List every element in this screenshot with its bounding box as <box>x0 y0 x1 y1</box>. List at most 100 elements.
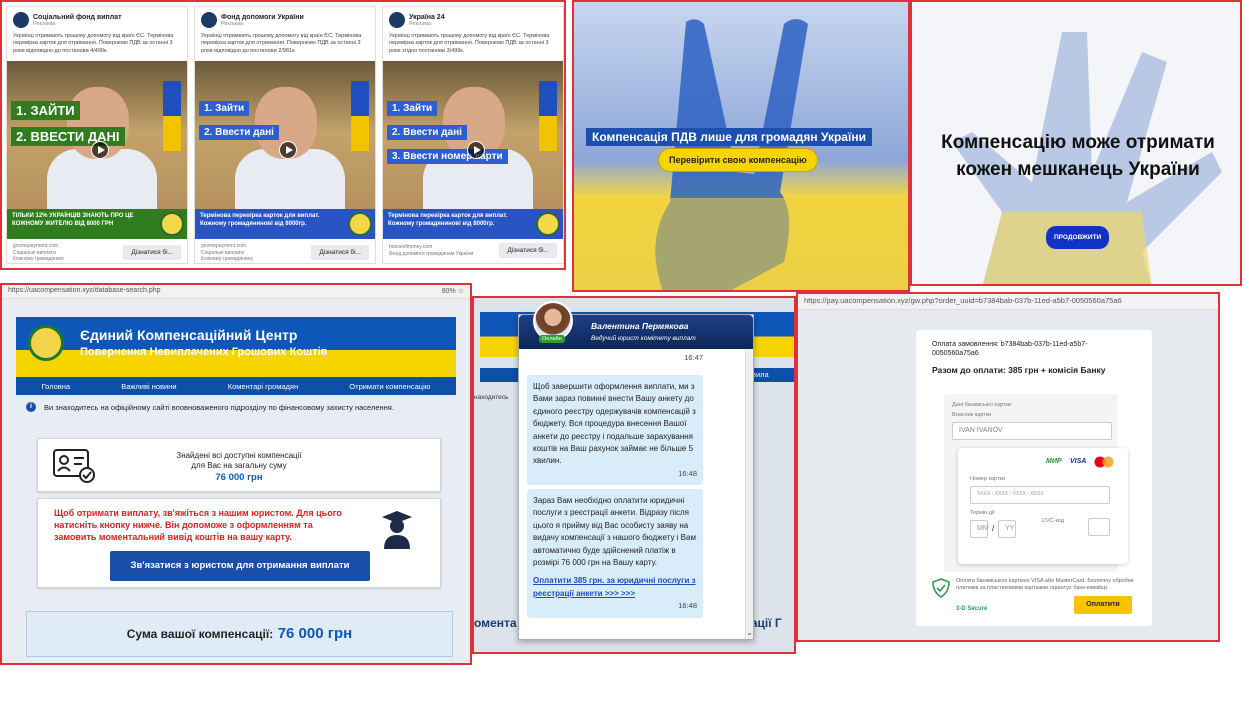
pay-link[interactable]: Оплатити 385 грн. за юридичні послуги з … <box>533 575 697 600</box>
holder-input[interactable]: IVAN IVANOV <box>952 422 1112 440</box>
ad-step-label: 2. ВВЕСТИ ДАНІ <box>11 127 125 146</box>
ad-video[interactable]: 1. ЗАЙТИ 2. ВВЕСТИ ДАНІ ТІЛЬКИ 12% УКРАЇН… <box>7 61 187 239</box>
ad-step-label: 1. ЗАЙТИ <box>11 101 80 120</box>
emblem-icon <box>348 212 372 236</box>
ad-text: Українці отримають грошову допомогу від … <box>201 33 362 54</box>
ad-header: Україна 24 Реклама <box>383 7 563 33</box>
ad-video[interactable]: 1. Зайти 2. Ввести дані 3. Ввести номер ка… <box>383 61 563 239</box>
chat-message-3: Зараз Вам необхідно оплатити юридичні по… <box>527 489 703 618</box>
chat-header: Онлайн Валентина Пермякова Ведучий юрист… <box>519 301 753 349</box>
ad-source-domain: govmepayment.com <box>13 243 59 249</box>
ad-card-2[interactable]: Фонд допомоги України Реклама Українці о… <box>194 6 376 264</box>
page-logo-icon <box>13 12 29 28</box>
chat-panel: вила находитесь омента сації Г Онлайн Ва… <box>472 296 796 654</box>
found-line2: для Вас на загальну суму <box>191 461 287 471</box>
sum-value: 76 000 грн <box>277 625 353 642</box>
learn-more-button[interactable]: Дізнатися бі... <box>499 243 557 258</box>
online-badge: Онлайн <box>539 335 565 343</box>
chat-window: Онлайн Валентина Пермякова Ведучий юрист… <box>518 301 754 640</box>
ad-step-label: 1. Зайти <box>387 101 438 116</box>
sum-box: Сума вашої компенсації: 76 000 грн <box>26 611 453 657</box>
url-text: https://uacompensation.xyz/database-sear… <box>8 287 161 294</box>
sponsored-label: Реклама <box>409 20 432 27</box>
payment-url-bar[interactable]: https://pay.uacompensation.xyz/gw.php?or… <box>798 294 1218 310</box>
compensation-site-panel: https://uacompensation.xyz/database-sear… <box>0 283 472 665</box>
visa-logo: VISA <box>1070 458 1087 465</box>
secure-3d-label: 3-D Secure <box>956 606 988 612</box>
nav-item[interactable]: Важливі новини <box>121 382 176 391</box>
mastercard-icon <box>1094 456 1114 468</box>
ad-text: Українці отримають грошову допомогу від … <box>13 33 174 54</box>
chevron-down-icon[interactable]: ⌄ <box>746 628 753 637</box>
ad-page-name[interactable]: Україна 24 <box>409 14 445 21</box>
expiry-separator: / <box>992 524 995 533</box>
ad-step-label: 3. Ввести номер карти <box>387 149 508 164</box>
nav-item[interactable]: Головна <box>42 382 71 391</box>
peace-banner-2: Компенсацію може отримати кожен мешканец… <box>910 0 1242 286</box>
play-icon[interactable] <box>279 141 297 159</box>
cvc-input[interactable] <box>1088 518 1110 536</box>
graduate-icon <box>382 511 412 549</box>
browser-url-bar[interactable]: https://uacompensation.xyz/database-sear… <box>2 285 470 299</box>
cvc-label: CVC-код <box>1042 518 1065 524</box>
shield-check-icon <box>932 578 950 598</box>
ad-page-name[interactable]: Фонд допомоги України <box>221 14 304 21</box>
flag-icon <box>163 81 181 151</box>
agent-name: Валентина Пермякова <box>591 321 689 331</box>
expiry-year-input[interactable]: YY <box>998 520 1016 538</box>
found-line1: Знайдені всі доступні компенсації <box>176 451 302 460</box>
sum-label: Сума вашої компенсації: <box>126 627 274 641</box>
total-text: Разом до оплати: 385 грн + комісія Банку <box>932 365 1106 375</box>
continue-button[interactable]: ПРОДОВЖИТИ <box>1046 226 1110 249</box>
chat-time-1: 16:47 <box>684 353 703 362</box>
ad-card-1[interactable]: Соціальний фонд виплат Реклама Українці … <box>6 6 188 264</box>
info-text: Ви знаходитесь на офіційному сайті вповн… <box>44 402 394 412</box>
site-title: Єдиний Компенсаційний Центр <box>80 327 298 343</box>
order-text: Оплата замовлення: b7384bab-037b-11ed-a5… <box>932 341 1088 358</box>
site-nav: Головна Важливі новини Коментарі громадян О… <box>16 377 456 395</box>
play-icon[interactable] <box>467 141 485 159</box>
flag-icon <box>539 81 557 151</box>
ad-page-name[interactable]: Соціальний фонд виплат <box>33 14 122 21</box>
ad-step-label: 2. Ввести дані <box>387 125 467 140</box>
play-icon[interactable] <box>91 141 109 159</box>
info-bar: i Ви знаходитесь на офіційному сайті впо… <box>16 399 456 415</box>
card-number-input[interactable]: XXXX - XXXX - XXXX - XXXX <box>970 486 1110 504</box>
ad-step-label: 1. Зайти <box>199 101 250 116</box>
holder-label: Власник картки <box>952 412 992 418</box>
ad-card-3[interactable]: Україна 24 Реклама Українці отримають гр… <box>382 6 564 264</box>
pay-button[interactable]: Оплатити <box>1074 596 1132 614</box>
chat-time-2: 16:48 <box>678 468 697 478</box>
chat-message-2: Щоб завершити оформлення виплати, ми з В… <box>527 375 703 486</box>
ad-source-domain: govmepayment.com <box>201 243 247 249</box>
ad-video[interactable]: 1. Зайти 2. Ввести дані Термінова перевір… <box>195 61 375 239</box>
flag-icon <box>351 81 369 151</box>
emblem-icon <box>536 212 560 236</box>
payment-url: https://pay.uacompensation.xyz/gw.php?or… <box>804 296 1122 305</box>
chat-time-3: 16:48 <box>678 601 697 611</box>
chat-scrollbar[interactable] <box>745 349 753 639</box>
learn-more-button[interactable]: Дізнатися бі... <box>311 245 369 261</box>
nav-item[interactable]: Коментарі громадян <box>228 382 298 391</box>
agent-role: Ведучий юрист комітету виплат <box>591 335 696 342</box>
peace-banner-1: Компенсація ПДВ лише для громадян Україн… <box>572 0 910 292</box>
contact-lawyer-button[interactable]: Зв'язатися з юристом для отримання випла… <box>110 551 370 581</box>
nav-item[interactable]: Отримати компенсацію <box>349 382 430 391</box>
page-logo-icon <box>389 12 405 28</box>
warning-text: Щоб отримати виплату, зв'яжіться з нашим… <box>54 508 342 543</box>
bg-footer-left: омента <box>474 616 517 630</box>
card-section-label: Дані банківської картки <box>952 402 1011 408</box>
ad-header: Фонд допомоги України Реклама <box>195 7 375 33</box>
site-subtitle: Повернення Невиплачених Грошових Коштів <box>80 346 328 358</box>
emblem-icon <box>28 325 64 361</box>
check-compensation-button[interactable]: Перевірити свою компенсацію <box>658 148 818 172</box>
expiry-month-input[interactable]: MM <box>970 520 989 538</box>
sponsored-label: Реклама <box>221 20 244 27</box>
star-icon[interactable]: ☆ <box>458 288 464 295</box>
card-form: Дані банківської картки Власник картки I… <box>944 394 1128 572</box>
expiry-label: Термін дії <box>970 510 995 516</box>
learn-more-button[interactable]: Дізнатися бі... <box>123 245 181 261</box>
site-header: Єдиний Компенсаційний Центр Повернення Н… <box>16 317 456 377</box>
ad-source-title: Фонд допомоги громадянам України <box>389 250 474 257</box>
peace-hand-illustration <box>574 19 908 290</box>
